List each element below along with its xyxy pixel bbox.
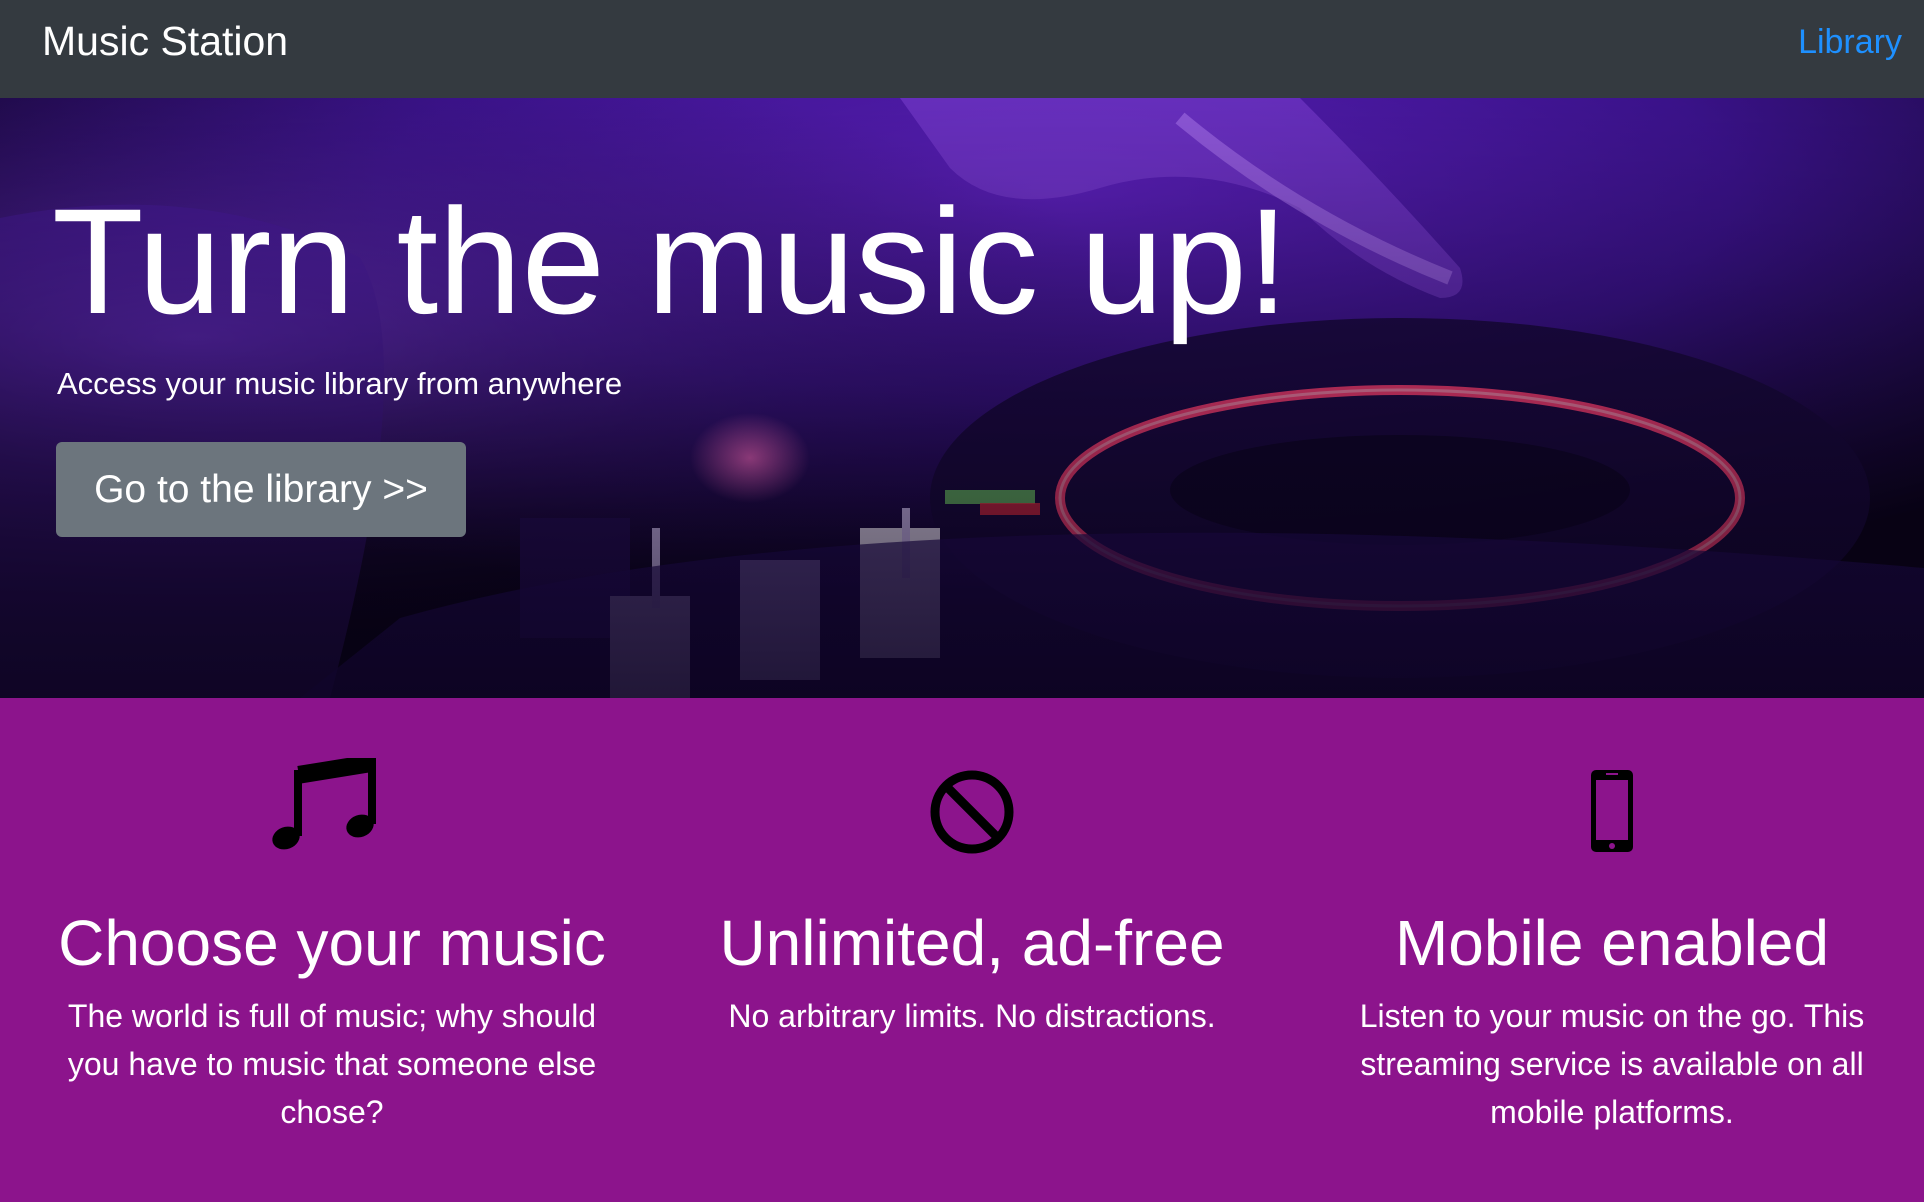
- hero-title: Turn the music up!: [52, 177, 1289, 345]
- feature-text: No arbitrary limits. No distractions.: [728, 998, 1216, 1034]
- navbar: Music Station Library: [0, 0, 1924, 98]
- feature-title: Choose your music: [58, 907, 606, 979]
- hero-subtitle: Access your music library from anywhere: [57, 366, 623, 401]
- prohibited-icon: [930, 770, 1014, 854]
- music-note-icon: [272, 758, 376, 850]
- feature-title: Mobile enabled: [1394, 907, 1830, 979]
- library-nav-link[interactable]: Library: [1798, 22, 1902, 62]
- brand-link[interactable]: Music Station: [42, 18, 288, 64]
- feature-title: Unlimited, ad-free: [719, 907, 1225, 979]
- feature-text: Listen to your music on the go. This str…: [1359, 998, 1865, 1130]
- go-to-library-button[interactable]: Go to the library >>: [56, 442, 466, 537]
- hero-banner: Turn the music up! Access your music lib…: [0, 98, 1924, 698]
- feature-text: The world is full of music; why should y…: [67, 998, 597, 1130]
- features-section: Choose your music The world is full of m…: [0, 698, 1924, 1202]
- mobile-phone-icon: [1591, 770, 1633, 852]
